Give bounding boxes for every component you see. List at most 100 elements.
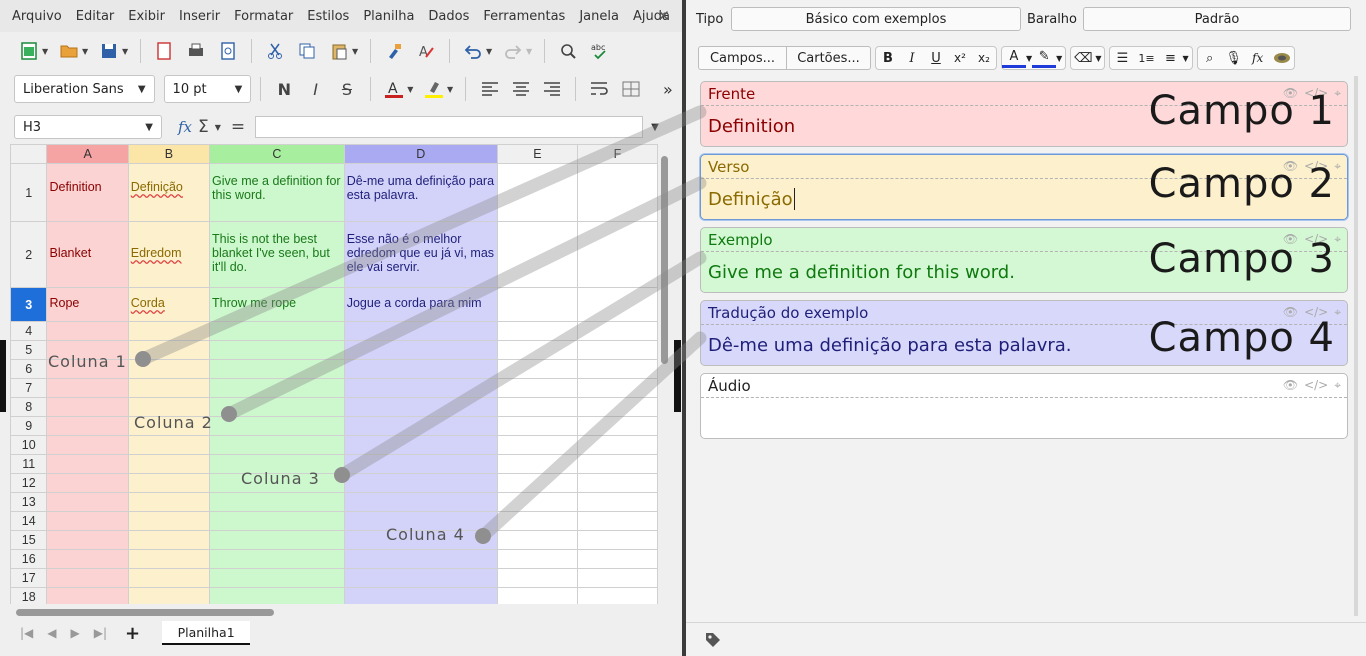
clone-formatting-icon[interactable] xyxy=(379,36,409,66)
menu-editar[interactable]: Editar xyxy=(69,9,122,24)
row-header[interactable]: 5 xyxy=(10,340,48,360)
find-replace-icon[interactable] xyxy=(553,36,583,66)
empty-cell[interactable] xyxy=(127,530,211,550)
cell-c1[interactable]: Give me a definition for this word. xyxy=(209,163,345,222)
row-header[interactable]: 9 xyxy=(10,416,48,436)
paragraph-align-icon[interactable]: ≡ xyxy=(1158,46,1182,70)
empty-cell[interactable] xyxy=(576,549,658,569)
row-header[interactable]: 2 xyxy=(10,221,48,288)
empty-cell[interactable] xyxy=(343,416,498,436)
menu-ferramentas[interactable]: Ferramentas xyxy=(476,9,572,24)
empty-cell[interactable] xyxy=(496,397,578,417)
cell-c3[interactable]: Throw me rope xyxy=(209,287,345,322)
empty-cell[interactable] xyxy=(496,549,578,569)
horizontal-scrollbar[interactable] xyxy=(16,609,274,616)
empty-cell[interactable] xyxy=(127,492,211,512)
add-sheet-icon[interactable]: + xyxy=(125,623,140,644)
align-right-icon[interactable] xyxy=(538,74,566,104)
empty-cell[interactable] xyxy=(343,378,498,398)
empty-cell[interactable] xyxy=(46,321,129,341)
empty-cell[interactable] xyxy=(343,568,498,588)
bold-button[interactable]: N xyxy=(270,74,298,104)
spellcheck-icon[interactable]: abc xyxy=(585,36,615,66)
chevron-down-icon[interactable]: ▼ xyxy=(407,85,416,94)
empty-cell[interactable] xyxy=(343,435,498,455)
empty-cell[interactable] xyxy=(209,549,345,569)
cell-f3[interactable] xyxy=(576,287,658,322)
empty-cell[interactable] xyxy=(127,549,211,569)
menu-planilha[interactable]: Planilha xyxy=(356,9,421,24)
menu-formatar[interactable]: Formatar xyxy=(227,9,300,24)
paste-icon[interactable] xyxy=(324,36,354,66)
empty-cell[interactable] xyxy=(576,416,658,436)
empty-cell[interactable] xyxy=(46,568,129,588)
empty-cell[interactable] xyxy=(46,530,129,550)
empty-cell[interactable] xyxy=(46,454,129,474)
field-editor[interactable] xyxy=(701,397,1347,438)
empty-cell[interactable] xyxy=(209,416,345,436)
formula-input[interactable] xyxy=(255,116,644,138)
empty-cell[interactable] xyxy=(127,568,211,588)
empty-cell[interactable] xyxy=(209,435,345,455)
empty-cell[interactable] xyxy=(46,549,129,569)
last-sheet-icon[interactable]: ▶| xyxy=(94,626,107,640)
empty-cell[interactable] xyxy=(127,473,211,493)
empty-cell[interactable] xyxy=(209,530,345,550)
empty-cell[interactable] xyxy=(343,359,498,379)
menu-exibir[interactable]: Exibir xyxy=(121,9,172,24)
align-center-icon[interactable] xyxy=(507,74,535,104)
row-header[interactable]: 6 xyxy=(10,359,48,379)
copy-icon[interactable] xyxy=(292,36,322,66)
empty-cell[interactable] xyxy=(576,435,658,455)
empty-cell[interactable] xyxy=(46,435,129,455)
row-header[interactable]: 7 xyxy=(10,378,48,398)
highlight-color-icon[interactable] xyxy=(420,74,448,104)
cell-d2[interactable]: Esse não é o melhor edredom que eu já vi… xyxy=(343,221,498,288)
row-header[interactable]: 4 xyxy=(10,321,48,341)
empty-cell[interactable] xyxy=(496,378,578,398)
align-left-icon[interactable] xyxy=(475,74,503,104)
column-header-c[interactable]: C xyxy=(209,144,345,164)
formula-icon[interactable]: = xyxy=(231,117,245,137)
column-header-d[interactable]: D xyxy=(343,144,498,164)
merge-cells-icon[interactable] xyxy=(616,74,644,104)
column-header-e[interactable]: E xyxy=(496,144,578,164)
redo-icon[interactable] xyxy=(498,36,528,66)
font-color-icon[interactable]: A xyxy=(380,74,408,104)
underline-icon[interactable]: U xyxy=(924,46,948,70)
empty-cell[interactable] xyxy=(46,492,129,512)
cards-button[interactable]: Cartões... xyxy=(787,46,871,70)
empty-cell[interactable] xyxy=(576,454,658,474)
cell-e2[interactable] xyxy=(496,221,578,288)
empty-cell[interactable] xyxy=(46,378,129,398)
column-header-b[interactable]: B xyxy=(127,144,211,164)
row-header[interactable]: 8 xyxy=(10,397,48,417)
font-size-combo[interactable]: 10 pt ▼ xyxy=(163,75,252,103)
empty-cell[interactable] xyxy=(496,587,578,604)
name-box[interactable]: H3 ▼ xyxy=(14,115,162,139)
pin-icon[interactable]: ⌖ xyxy=(1334,159,1341,174)
menu-arquivo[interactable]: Arquivo xyxy=(5,9,69,24)
vertical-scrollbar[interactable] xyxy=(661,156,668,364)
empty-cell[interactable] xyxy=(209,492,345,512)
empty-cell[interactable] xyxy=(46,587,129,604)
unordered-list-icon[interactable]: ☰ xyxy=(1110,46,1134,70)
row-header[interactable]: 18 xyxy=(10,587,48,604)
empty-cell[interactable] xyxy=(576,568,658,588)
chevron-down-icon[interactable]: ▼ xyxy=(1182,54,1188,63)
empty-cell[interactable] xyxy=(209,321,345,341)
chevron-down-icon[interactable]: ▼ xyxy=(447,85,456,94)
empty-cell[interactable] xyxy=(127,340,211,360)
empty-cell[interactable] xyxy=(496,492,578,512)
cell-b2[interactable]: Edredom xyxy=(127,221,211,288)
empty-cell[interactable] xyxy=(496,416,578,436)
close-icon[interactable]: ✕ xyxy=(657,7,670,25)
cell-a3[interactable]: Rope xyxy=(46,287,129,322)
empty-cell[interactable] xyxy=(576,492,658,512)
empty-cell[interactable] xyxy=(209,397,345,417)
spreadsheet-grid[interactable]: A B C D E F 1 Definition Definição Give … xyxy=(10,144,658,604)
row-header[interactable]: 13 xyxy=(10,492,48,512)
menu-janela[interactable]: Janela xyxy=(572,9,626,24)
row-header[interactable]: 14 xyxy=(10,511,48,531)
print-icon[interactable] xyxy=(181,36,211,66)
